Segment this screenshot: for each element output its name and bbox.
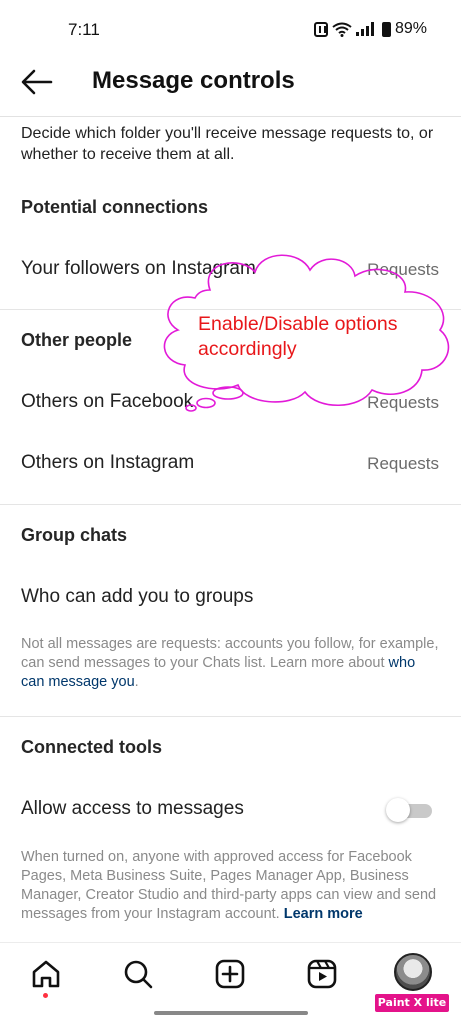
annotation-line-1: Enable/Disable options: [198, 313, 398, 335]
search-icon: [124, 960, 153, 989]
note-suffix: .: [134, 674, 139, 690]
row-label: Others on Facebook: [21, 391, 194, 412]
wifi-icon: [332, 22, 352, 37]
nav-search[interactable]: [121, 957, 155, 991]
note-text: Not all messages are requests: accounts …: [21, 636, 439, 671]
nfc-icon: [313, 21, 328, 37]
back-arrow-icon: [21, 69, 53, 95]
reels-icon: [307, 959, 337, 989]
row-who-can-add-you-to-groups[interactable]: Who can add you to groups: [0, 576, 461, 620]
learn-more-link[interactable]: Learn more: [284, 906, 363, 922]
annotation-text: Enable/Disable options accordingly: [198, 312, 397, 362]
section-title-group-chats: Group chats: [21, 525, 128, 545]
signal-icon: [355, 22, 374, 36]
allow-access-toggle[interactable]: [386, 798, 434, 822]
row-label: Others on Instagram: [21, 452, 195, 473]
annotation-line-2: accordingly: [198, 338, 297, 360]
watermark-badge: Paint X lite: [373, 992, 451, 1014]
nav-home[interactable]: [29, 957, 63, 998]
row-your-followers-on-instagram[interactable]: Your followers on Instagram Requests: [0, 248, 461, 292]
row-label: Allow access to messages: [21, 798, 244, 819]
section-divider: [0, 716, 461, 717]
row-others-on-facebook[interactable]: Others on Facebook Requests: [0, 381, 461, 425]
section-title-potential-connections: Potential connections: [21, 197, 209, 217]
status-icons: 89%: [313, 20, 427, 38]
notification-dot: [43, 993, 48, 998]
row-allow-access-to-messages[interactable]: Allow access to messages: [0, 788, 461, 832]
profile-avatar[interactable]: [394, 953, 432, 991]
section-title-other-people: Other people: [21, 330, 133, 350]
toggle-knob: [386, 798, 410, 822]
home-icon: [32, 960, 60, 988]
row-value: Requests: [367, 260, 439, 279]
page-title: Message controls: [92, 67, 295, 94]
top-bar: Message controls: [0, 55, 461, 111]
note-text: When turned on, anyone with approved acc…: [21, 849, 437, 922]
section-title-connected-tools: Connected tools: [21, 737, 163, 757]
section-divider: [0, 504, 461, 505]
battery-percent: 89%: [394, 20, 427, 37]
back-button[interactable]: [20, 67, 54, 97]
group-chats-note: Not all messages are requests: accounts …: [21, 635, 441, 692]
section-divider: [0, 309, 461, 310]
row-others-on-instagram[interactable]: Others on Instagram Requests: [0, 442, 461, 486]
nav-reels[interactable]: [305, 957, 339, 991]
intro-text: Decide which folder you'll receive messa…: [21, 125, 434, 163]
status-bar: 7:11 89%: [0, 0, 461, 60]
row-label: Your followers on Instagram: [21, 258, 256, 279]
battery-icon: [381, 21, 391, 37]
row-value: Requests: [367, 454, 439, 473]
home-indicator[interactable]: [154, 1011, 308, 1015]
connected-tools-note: When turned on, anyone with approved acc…: [21, 848, 441, 924]
status-time: 7:11: [68, 20, 100, 39]
nav-create[interactable]: [213, 957, 247, 991]
create-icon: [215, 959, 245, 989]
row-value: Requests: [367, 393, 439, 412]
row-label: Who can add you to groups: [21, 586, 254, 607]
header-divider: [0, 116, 461, 117]
